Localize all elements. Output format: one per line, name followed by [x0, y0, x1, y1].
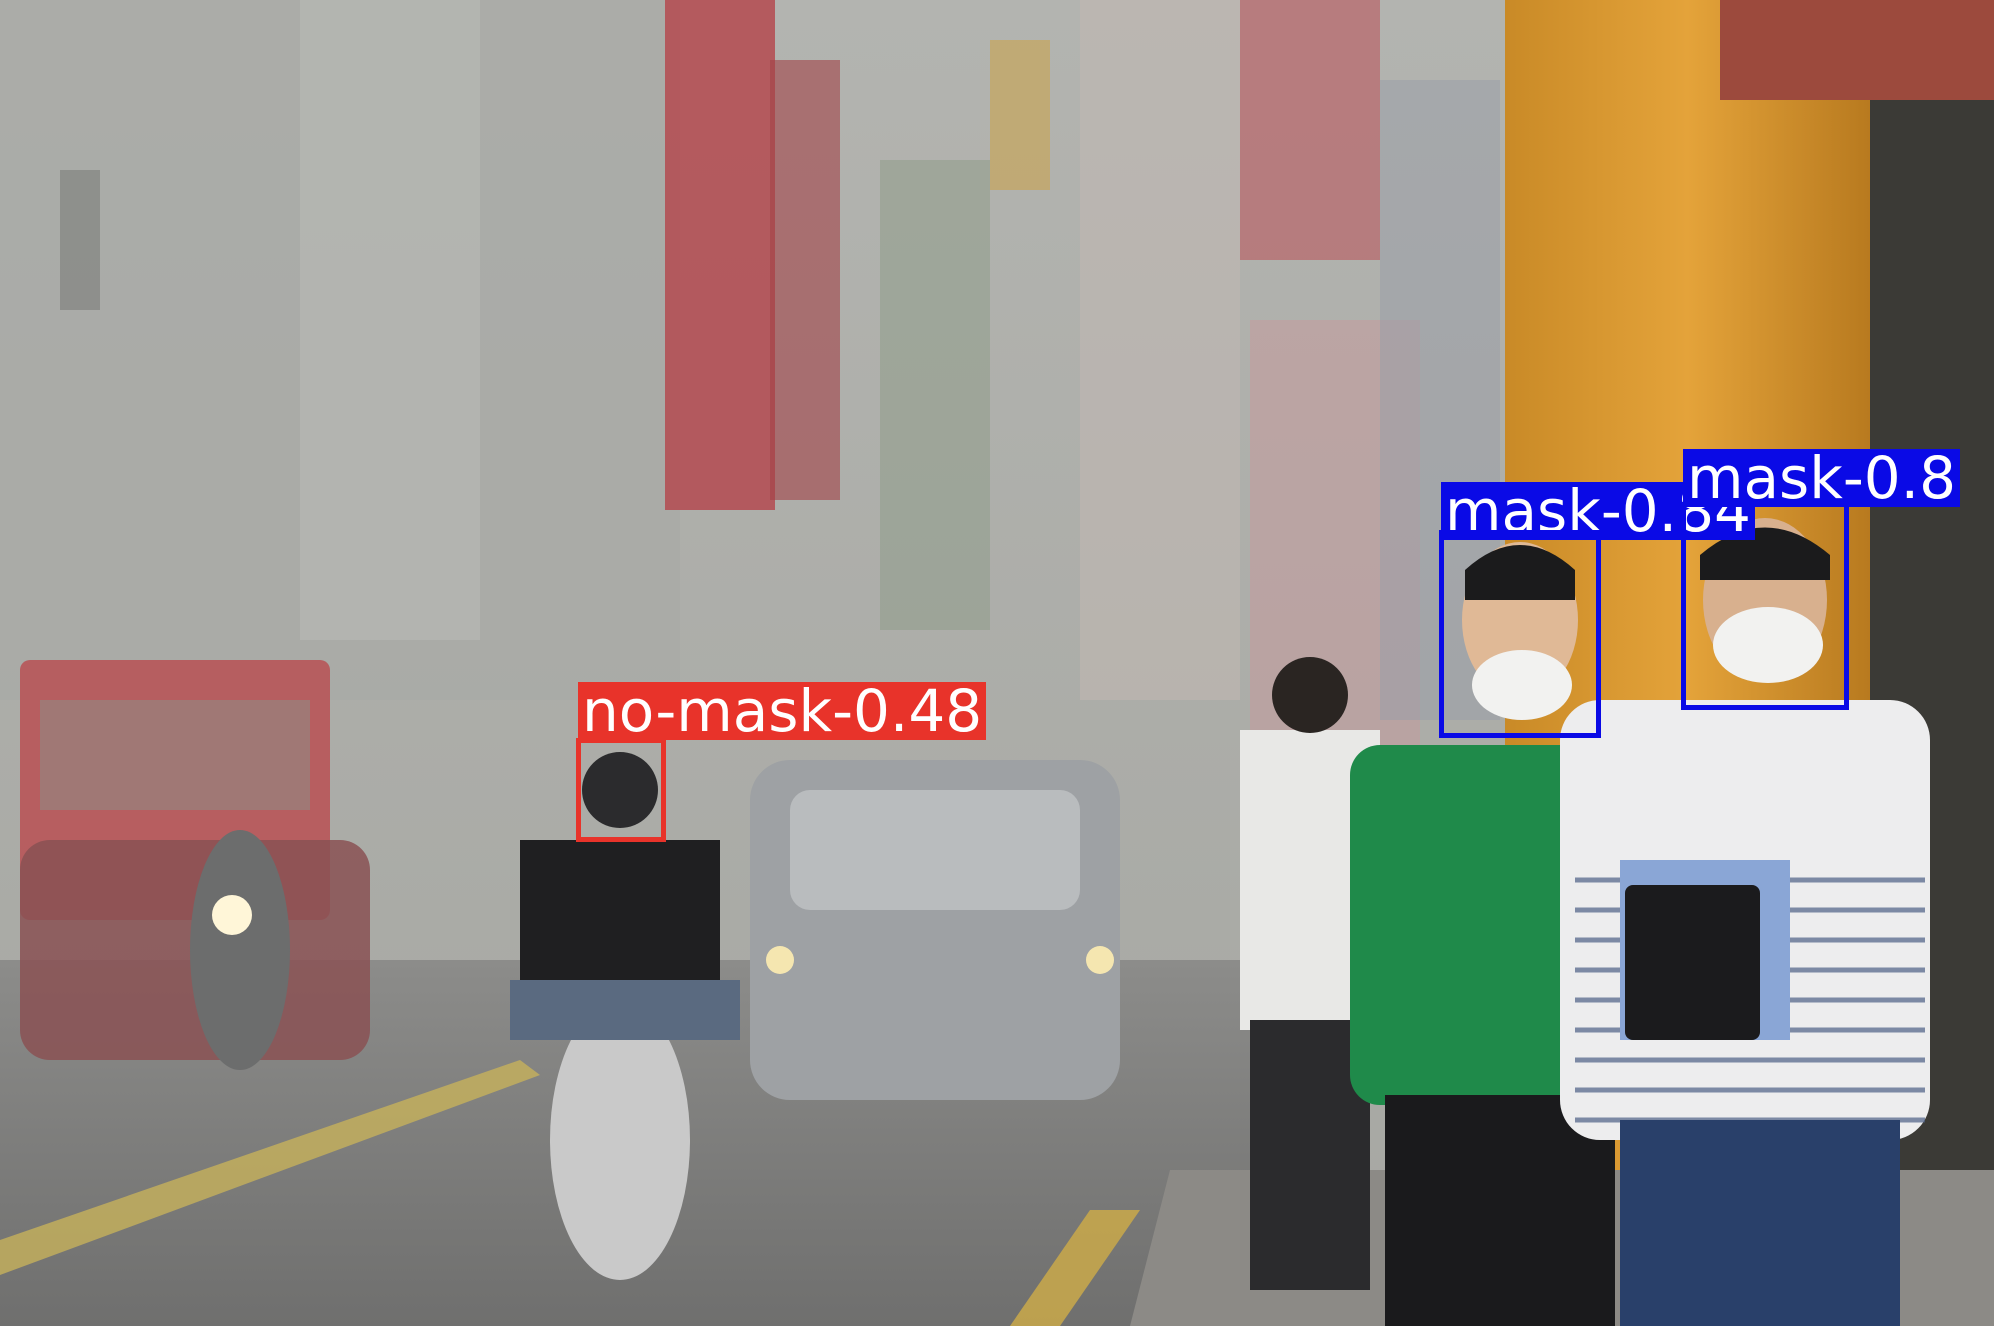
detection-box-no-mask	[576, 738, 666, 842]
detection-box-mask-1	[1439, 530, 1601, 738]
detection-box-mask-2	[1681, 502, 1849, 710]
street-photo: no-mask-0.48 mask-0.84 mask-0.8	[0, 0, 1994, 1326]
detection-label-no-mask: no-mask-0.48	[578, 682, 987, 740]
detection-label-mask-2: mask-0.8	[1683, 449, 1961, 507]
